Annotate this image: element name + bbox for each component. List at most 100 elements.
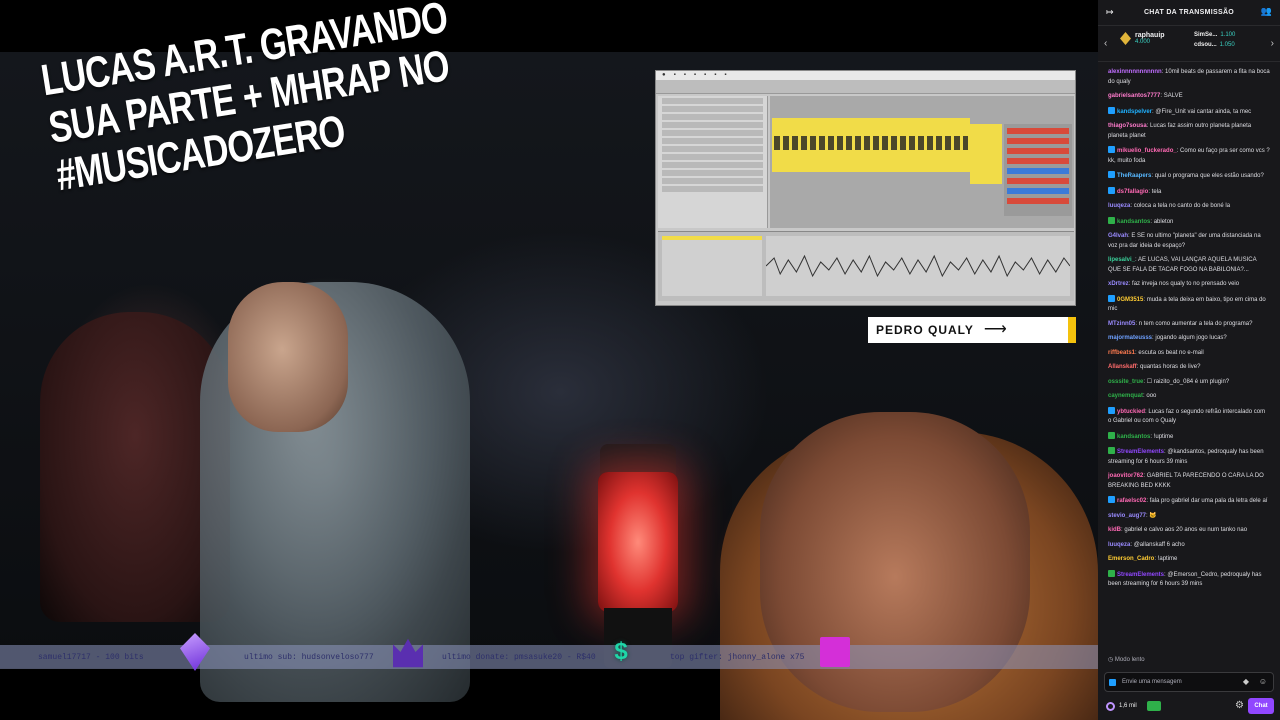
chat-message: thiago7sousa: Lucas faz assim outro plan…: [1108, 122, 1270, 141]
emote-icon[interactable]: ☺: [1259, 677, 1267, 686]
chat-message: Emerson_Cadro: !aptime: [1108, 555, 1270, 565]
audio-clip: [970, 124, 1002, 184]
chat-username[interactable]: osssite_true: [1108, 379, 1143, 385]
chat-username[interactable]: gabrielsantos7777: [1108, 93, 1160, 99]
users-icon[interactable]: 👥: [1261, 6, 1272, 17]
leaderboard-third-name[interactable]: cdsou...: [1194, 42, 1217, 48]
chat-username[interactable]: caynemquat: [1108, 393, 1143, 399]
chat-message: G4lvah: E SE no ultimo "planeta" der uma…: [1108, 232, 1270, 251]
chat-username[interactable]: kandspelver: [1117, 109, 1152, 115]
chat-message: kandsantos: !uptime: [1108, 431, 1270, 443]
chat-username[interactable]: luuqeza: [1108, 542, 1130, 548]
chat-text: tela: [1151, 188, 1162, 195]
chevron-left-icon[interactable]: ‹: [1104, 38, 1107, 49]
daw-screen-capture: ● ▪ ▪ ▪ ▪ ▪ ▪: [655, 70, 1076, 306]
microphone: [598, 472, 678, 612]
badge-icon: [1108, 406, 1115, 414]
chat-panel: ↦ CHAT DA TRANSMISSÃO 👥 ‹ raphauip 4.000…: [1098, 0, 1280, 720]
chat-message: osssite_true: ☐ raizito_do_084 é um plug…: [1108, 378, 1270, 388]
chat-username[interactable]: majormateusss: [1108, 335, 1152, 341]
chat-text: @Fire_Unit vai cantar ainda, ta mec: [1155, 108, 1252, 115]
chat-footer: 1,6 mil ⚙ Chat: [1106, 698, 1274, 714]
ticker-last-sub: ultimo sub: hudsonveloso777: [244, 653, 374, 662]
clock-icon: ◷: [1108, 657, 1114, 663]
gift-icon[interactable]: [1146, 701, 1161, 711]
chat-message: xDrtrez: faz inveja nos qualy to no pren…: [1108, 280, 1270, 290]
chat-username[interactable]: riffbeats1: [1108, 350, 1135, 356]
chat-username[interactable]: luuqeza: [1108, 203, 1130, 209]
chat-username[interactable]: stevio_aug77: [1108, 513, 1146, 519]
chat-username[interactable]: Allanskaff: [1108, 364, 1137, 370]
chat-text: !aptime: [1157, 556, 1178, 562]
chat-username[interactable]: StreamElements: [1117, 572, 1164, 578]
chat-message: stevio_aug77: 🐱: [1108, 512, 1270, 522]
chat-username[interactable]: MTzinn05: [1108, 321, 1135, 327]
gear-icon[interactable]: ⚙: [1235, 700, 1244, 711]
chat-input-placeholder: Envie uma mensagem: [1122, 679, 1182, 685]
chevron-right-icon[interactable]: ›: [1271, 38, 1274, 49]
chat-badge-icon: [1109, 678, 1116, 686]
stream-page: LUCAS A.R.T. GRAVANDO SUA PARTE + MHRAP …: [0, 0, 1280, 720]
daw-arrangement: [770, 96, 1074, 228]
daw-browser: [658, 96, 768, 228]
chat-username[interactable]: xDrtrez: [1108, 281, 1129, 287]
chat-username[interactable]: rafaelsc02: [1117, 498, 1146, 504]
chat-text: E SE no ultimo "planeta" der uma distanc…: [1108, 233, 1261, 249]
chat-username[interactable]: kandsantos: [1117, 219, 1150, 225]
badge-icon: [1108, 431, 1115, 439]
chat-username[interactable]: StreamElements: [1117, 449, 1164, 455]
video-player[interactable]: LUCAS A.R.T. GRAVANDO SUA PARTE + MHRAP …: [0, 0, 1098, 720]
leaderboard-first[interactable]: raphauip 4.000: [1120, 32, 1165, 45]
chat-message: mikuelio_fuckerado_: Como eu faço pra se…: [1108, 146, 1270, 166]
badge-icon: [1108, 186, 1115, 194]
chat-message: kidB: gabriel e calvo aos 20 anos eu num…: [1108, 526, 1270, 536]
name-tag: PEDRO QUALY ⟶: [868, 317, 1076, 343]
chat-text: qual o programa que eles estão usando?: [1154, 173, 1264, 179]
chat-input[interactable]: Envie uma mensagem ◆ ☺: [1104, 672, 1274, 692]
chat-username[interactable]: kidB: [1108, 527, 1121, 533]
chat-username[interactable]: 0GM3515: [1117, 297, 1143, 303]
chat-text: escuta os beat no e-mail: [1138, 349, 1204, 356]
chat-message: rafaelsc02: fala pro gabriel dar uma pal…: [1108, 496, 1270, 507]
chat-message: luuqeza: coloca a tela no canto do de bo…: [1108, 202, 1270, 212]
chat-username[interactable]: mikuelio_fuckerado_: [1117, 148, 1177, 154]
channel-points-icon[interactable]: [1106, 701, 1115, 711]
bits-icon[interactable]: ◆: [1243, 677, 1249, 686]
chat-message: gabrielsantos7777: SALVE: [1108, 92, 1270, 102]
chat-message: luuqeza: @allanskaff 6 acho: [1108, 541, 1270, 551]
chat-username[interactable]: ybtuckied: [1117, 409, 1145, 415]
leaderboard-first-name: raphauip: [1135, 32, 1165, 39]
chat-text: jogando algum jogo lucas?: [1155, 335, 1227, 341]
chat-text: ableton: [1153, 218, 1174, 225]
daw-detail-view: [658, 231, 1074, 301]
daw-toolbar: [656, 80, 1075, 94]
chat-message: lipesalvi_: AE LUCAS, VAI LANÇAR AQUELA …: [1108, 256, 1270, 275]
daw-menubar: ● ▪ ▪ ▪ ▪ ▪ ▪: [656, 71, 1075, 80]
chat-text: SALVE: [1163, 93, 1183, 99]
chat-username[interactable]: alexinnnnnnnnnnn: [1108, 69, 1162, 75]
leaderboard-others: SimSe... 1.100 cdsou... 1.050: [1194, 30, 1235, 50]
leaderboard-second-points: 1.100: [1220, 32, 1236, 38]
badge-icon: [1108, 569, 1115, 577]
chat-text: ☐ raizito_do_084 é um plugin?: [1146, 378, 1230, 385]
chat-username[interactable]: lipesalvi_: [1108, 257, 1135, 263]
chat-message: StreamElements: @kandsantos, pedroqualy …: [1108, 447, 1270, 467]
name-tag-label: PEDRO QUALY: [876, 323, 974, 337]
chat-username[interactable]: kandsantos: [1117, 434, 1150, 440]
arrow-right-icon: ⟶: [983, 321, 1007, 338]
badge-icon: [1108, 106, 1115, 114]
leaderboard-second-name[interactable]: SimSe...: [1194, 32, 1217, 38]
collapse-chat-icon[interactable]: ↦: [1106, 7, 1114, 18]
chat-username[interactable]: ds7fallagio: [1117, 189, 1148, 195]
chat-message: alexinnnnnnnnnnn: 10mil beats de passare…: [1108, 68, 1270, 87]
send-chat-button[interactable]: Chat: [1248, 698, 1274, 714]
badge-icon: [1108, 171, 1115, 178]
chat-message-list[interactable]: alexinnnnnnnnnnn: 10mil beats de passare…: [1098, 68, 1280, 650]
chat-username[interactable]: Emerson_Cadro: [1108, 556, 1154, 562]
chat-username[interactable]: thiago7sousa: [1108, 123, 1147, 129]
chat-username[interactable]: TheRaapers: [1117, 173, 1151, 179]
daw-device: [662, 236, 762, 296]
chat-username[interactable]: G4lvah: [1108, 233, 1128, 239]
chat-username[interactable]: joaovitor762: [1108, 473, 1143, 479]
chat-message: Allanskaff: quantas horas de live?: [1108, 363, 1270, 373]
